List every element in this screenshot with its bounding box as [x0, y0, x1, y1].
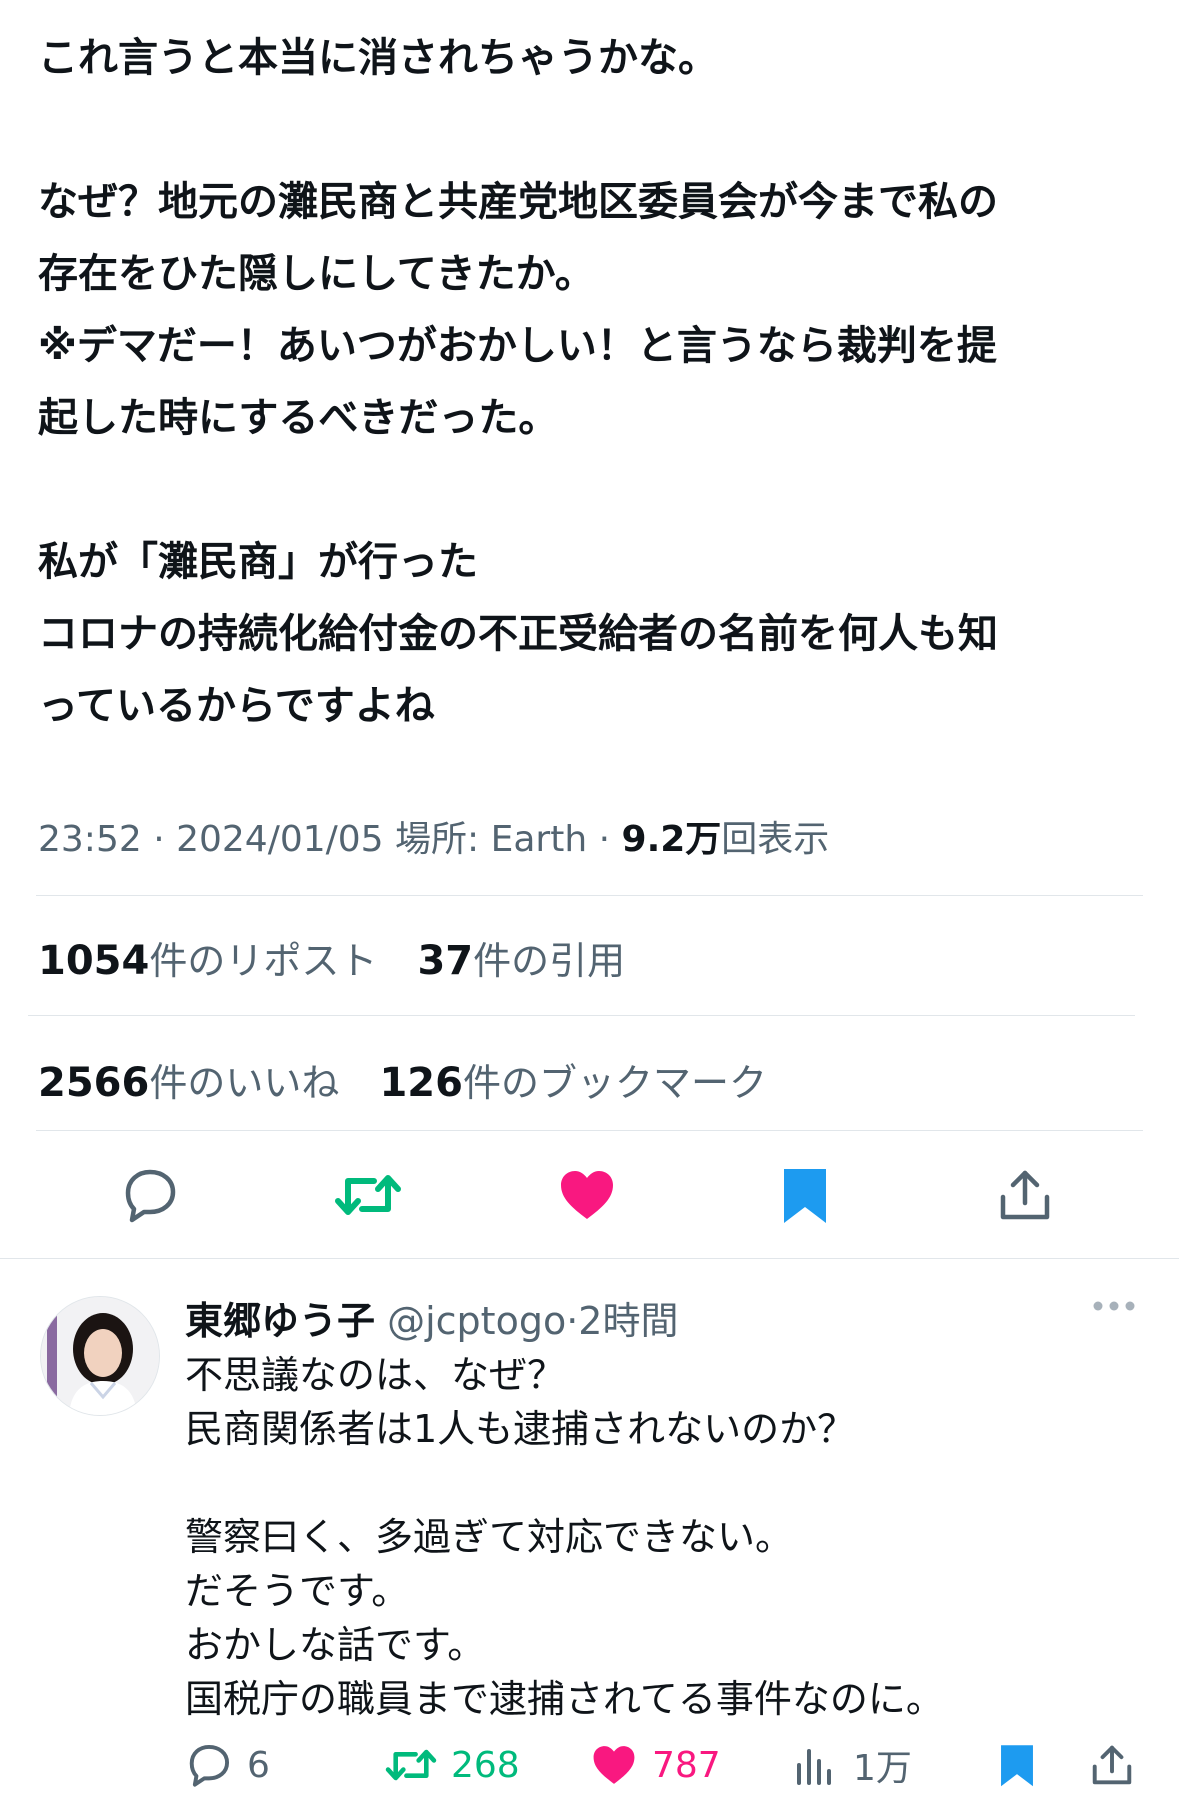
divider	[28, 1015, 1135, 1016]
likes-count: 2566	[38, 1060, 150, 1106]
reply-text: 不思議なのは、なぜ？ 民商関係者は1人も逮捕されないのか？ 警察曰く、多過ぎて対…	[185, 1348, 944, 1726]
tweet-line: ※デマだー！あいつがおかしい！と言うなら裁判を提	[38, 323, 997, 369]
header-separator: ·	[566, 1299, 579, 1343]
stats-row-reposts: 1054件のリポスト 37件の引用	[38, 930, 653, 985]
bookmarks-label: 件のブックマーク	[462, 1061, 767, 1105]
reply-count: 6	[247, 1744, 270, 1786]
view-count: 9.2万	[621, 819, 722, 860]
quotes-label: 件の引用	[473, 939, 626, 983]
divider	[36, 895, 1143, 896]
quotes-stat[interactable]: 37件の引用	[417, 938, 626, 984]
tweet-action-bar	[0, 1160, 1179, 1230]
reply-retweet-button[interactable]: 268	[385, 1735, 520, 1795]
retweet-button[interactable]	[333, 1160, 403, 1230]
reply-action-bar: 6 268 787 1万	[0, 1735, 1179, 1795]
avatar[interactable]	[40, 1296, 160, 1416]
reply-views-button[interactable]: 1万	[795, 1735, 912, 1795]
meta-separator: ·	[598, 819, 611, 860]
reply-line: 国税庁の職員まで逮捕されてる事件なのに。	[185, 1677, 944, 1721]
tweet-line: なぜ？地元の灘民商と共産党地区委員会が今まで私の	[38, 179, 998, 225]
tweet-line: コロナの持続化給付金の不正受給者の名前を何人も知	[38, 611, 998, 657]
author-handle[interactable]: @jcptogo	[387, 1299, 566, 1343]
tweet-text: これ言うと本当に消されちゃうかな。 なぜ？地元の灘民商と共産党地区委員会が今まで…	[38, 22, 1148, 742]
meta-location: 場所: Earth	[395, 819, 588, 860]
tweet-line-gap	[38, 94, 1148, 166]
reply-line: だそうです。	[185, 1569, 410, 1613]
reply-line: おかしな話です。	[185, 1623, 486, 1667]
tweet-line-gap	[38, 454, 1148, 526]
views-icon	[797, 1749, 831, 1785]
avatar-photo	[41, 1297, 159, 1415]
tweet-line: 存在をひた隠しにしてきたか。	[38, 251, 595, 297]
reply-line: 不思議なのは、なぜ？	[185, 1353, 566, 1397]
views-count: 1万	[853, 1748, 912, 1789]
divider	[0, 1258, 1179, 1259]
divider	[36, 1130, 1143, 1131]
bookmark-icon	[784, 1169, 826, 1223]
share-button[interactable]	[990, 1160, 1060, 1230]
tweet-line: っているからですよね	[38, 683, 435, 729]
share-icon	[1000, 1170, 1050, 1220]
tweet-detail-page: これ言うと本当に消されちゃうかな。 なぜ？地元の灘民商と共産党地区委員会が今まで…	[0, 0, 1179, 1812]
stats-row-likes: 2566件のいいね 126件のブックマーク	[38, 1052, 795, 1107]
reply-button[interactable]	[115, 1160, 185, 1230]
tweet-line: 起した時にするべきだった。	[38, 395, 559, 441]
reply-icon	[125, 1169, 176, 1223]
retweet-icon	[335, 1175, 401, 1215]
bookmark-button[interactable]	[770, 1160, 840, 1230]
reposts-count: 1054	[38, 938, 150, 984]
tweet-line: これ言うと本当に消されちゃうかな。	[38, 35, 718, 81]
reply-bookmark-button[interactable]	[998, 1735, 1050, 1795]
bookmarks-stat[interactable]: 126件のブックマーク	[379, 1060, 767, 1106]
retweet-icon	[385, 1749, 437, 1781]
reply-line: 警察曰く、多過ぎて対応できない。	[185, 1515, 794, 1559]
bookmark-icon	[1001, 1745, 1033, 1787]
likes-label: 件のいいね	[149, 1061, 340, 1105]
author-name[interactable]: 東郷ゆう子	[185, 1299, 375, 1343]
reply-like-button[interactable]: 787	[590, 1735, 721, 1795]
more-icon	[1093, 1301, 1135, 1311]
like-button[interactable]	[552, 1160, 622, 1230]
tweet-line: 私が「灘民商」が行った	[38, 539, 478, 585]
reposts-stat[interactable]: 1054件のリポスト	[38, 938, 378, 984]
quotes-count: 37	[417, 938, 474, 984]
view-label: 回表示	[721, 819, 830, 860]
reply-share-button[interactable]	[1090, 1735, 1148, 1795]
reposts-label: 件のリポスト	[149, 939, 378, 983]
more-button[interactable]	[1092, 1298, 1136, 1318]
like-count: 787	[652, 1744, 721, 1786]
like-icon	[561, 1171, 613, 1219]
reply-reply-button[interactable]: 6	[185, 1735, 270, 1795]
share-icon	[1092, 1745, 1132, 1785]
bookmarks-count: 126	[379, 1060, 463, 1106]
tweet-timestamp[interactable]: 23:52 · 2024/01/05	[38, 819, 384, 860]
reply-timestamp[interactable]: 2時間	[578, 1299, 678, 1343]
likes-stat[interactable]: 2566件のいいね	[38, 1060, 340, 1106]
reply-line: 民商関係者は1人も逮捕されないのか？	[185, 1407, 856, 1451]
like-icon	[593, 1746, 635, 1784]
tweet-meta: 23:52 · 2024/01/05 場所: Earth · 9.2万回表示	[38, 810, 829, 862]
reply-icon	[189, 1744, 230, 1787]
reply-line-gap	[185, 1456, 944, 1510]
reply-header: 東郷ゆう子 @jcptogo·2時間	[185, 1290, 678, 1345]
retweet-count: 268	[451, 1744, 520, 1786]
